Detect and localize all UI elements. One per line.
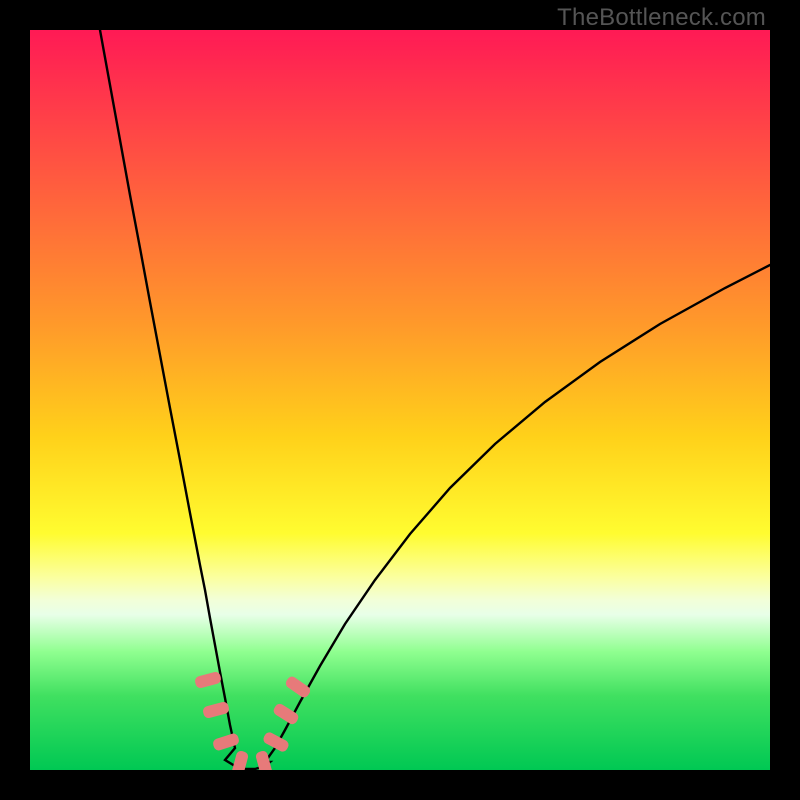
chart-svg bbox=[30, 30, 770, 770]
curve-marker bbox=[202, 701, 230, 719]
curve-marker bbox=[262, 731, 291, 754]
watermark-text: TheBottleneck.com bbox=[557, 4, 766, 32]
curve-marker bbox=[284, 675, 312, 700]
curve-marker bbox=[194, 671, 222, 689]
curve-marker bbox=[272, 702, 300, 726]
curve-markers bbox=[194, 671, 312, 770]
bottleneck-curve bbox=[100, 30, 770, 769]
curve-marker bbox=[231, 750, 249, 770]
chart-plot-area bbox=[30, 30, 770, 770]
curve-marker bbox=[212, 732, 240, 751]
